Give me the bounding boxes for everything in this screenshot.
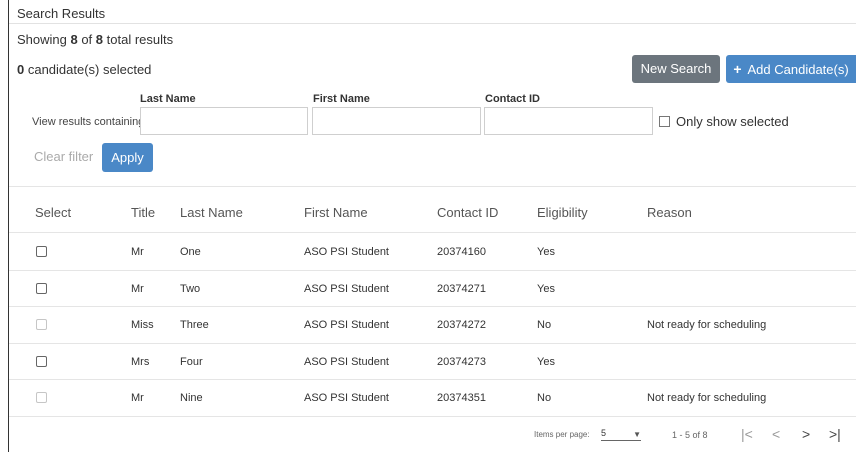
only-show-selected-toggle[interactable]: Only show selected xyxy=(659,114,789,129)
cell-contact-id: 20374160 xyxy=(437,246,486,258)
header-divider xyxy=(9,232,856,233)
only-show-selected-checkbox[interactable] xyxy=(659,116,670,127)
last-name-filter-label: Last Name xyxy=(140,93,196,105)
column-header-title[interactable]: Title xyxy=(131,205,155,220)
first-name-filter-label: First Name xyxy=(313,93,370,105)
cell-title: Mr xyxy=(131,392,144,404)
cell-last-name: Nine xyxy=(180,392,203,404)
column-header-select: Select xyxy=(35,205,72,220)
add-candidate-button[interactable]: + Add Candidate(s) xyxy=(726,55,856,83)
cell-last-name: Two xyxy=(180,282,201,295)
apply-filter-button[interactable]: Apply xyxy=(102,143,153,172)
cell-title: Mr xyxy=(131,282,144,295)
cell-contact-id: 20374272 xyxy=(437,319,486,331)
selected-count-label: candidate(s) selected xyxy=(24,62,152,77)
row-divider xyxy=(9,342,856,344)
cell-eligibility: Yes xyxy=(537,282,555,295)
column-header-contact-id[interactable]: Contact ID xyxy=(437,205,498,220)
cell-first-name: ASO PSI Student xyxy=(304,282,389,295)
column-header-eligibility[interactable]: Eligibility xyxy=(537,205,588,220)
cell-first-name: ASO PSI Student xyxy=(304,392,389,404)
first-page-icon[interactable]: |< xyxy=(741,427,753,441)
cell-reason: Not ready for scheduling xyxy=(647,392,767,404)
cell-last-name: Three xyxy=(180,319,209,331)
items-per-page-label: Items per page: xyxy=(534,430,590,439)
cell-first-name: ASO PSI Student xyxy=(304,246,389,258)
cell-first-name: ASO PSI Student xyxy=(304,355,389,368)
contact-id-filter-label: Contact ID xyxy=(485,93,540,105)
summary-total-count: 8 xyxy=(95,32,104,47)
results-summary: Showing 8 of 8 total results xyxy=(17,32,173,47)
cell-eligibility: No xyxy=(537,319,552,331)
column-header-reason[interactable]: Reason xyxy=(647,205,692,220)
chevron-down-icon: ▼ xyxy=(633,430,641,439)
summary-of: of xyxy=(77,32,96,47)
page-range: 1 - 5 of 8 xyxy=(672,430,708,440)
row-divider xyxy=(9,306,856,307)
cell-contact-id: 20374273 xyxy=(437,355,486,368)
items-per-page-select[interactable]: 5 ▼ xyxy=(601,428,641,441)
cell-first-name: ASO PSI Student xyxy=(304,319,389,331)
summary-shown-count: 8 xyxy=(70,32,78,47)
row-divider xyxy=(9,379,856,380)
view-results-label: View results containing xyxy=(32,116,145,128)
next-page-icon[interactable]: > xyxy=(802,427,810,441)
add-candidate-label: Add Candidate(s) xyxy=(747,62,849,77)
summary-prefix: Showing xyxy=(17,32,71,47)
row-select-checkbox xyxy=(36,319,47,330)
first-name-filter-input[interactable] xyxy=(312,107,481,135)
last-page-icon[interactable]: >| xyxy=(829,427,841,441)
cell-contact-id: 20374351 xyxy=(437,392,486,404)
row-select-checkbox[interactable] xyxy=(36,355,47,367)
cell-eligibility: No xyxy=(537,392,552,404)
row-select-checkbox[interactable] xyxy=(36,246,47,257)
cell-eligibility: Yes xyxy=(537,355,555,368)
clear-filter-button[interactable]: Clear filter xyxy=(34,149,93,164)
row-divider xyxy=(9,269,856,271)
row-select-checkbox[interactable] xyxy=(36,282,47,294)
title-divider xyxy=(9,23,856,24)
row-select-checkbox xyxy=(36,392,47,403)
cell-eligibility: Yes xyxy=(537,246,555,258)
only-show-selected-label: Only show selected xyxy=(676,114,789,129)
plus-icon: + xyxy=(733,61,742,77)
cell-title: Mr xyxy=(131,246,144,258)
cell-last-name: One xyxy=(180,246,201,258)
column-header-first-name[interactable]: First Name xyxy=(304,205,368,220)
contact-id-filter-input[interactable] xyxy=(484,107,653,135)
summary-suffix: total results xyxy=(103,32,174,47)
last-name-filter-input[interactable] xyxy=(140,107,308,135)
section-divider xyxy=(9,186,856,187)
cell-reason: Not ready for scheduling xyxy=(647,319,767,331)
items-per-page-value: 5 xyxy=(601,428,607,438)
selected-count: 0 candidate(s) selected xyxy=(17,62,151,77)
panel-title: Search Results xyxy=(17,6,106,21)
previous-page-icon[interactable]: < xyxy=(772,427,780,441)
row-divider xyxy=(9,415,856,417)
cell-title: Mrs xyxy=(131,355,150,368)
column-header-last-name[interactable]: Last Name xyxy=(180,205,243,220)
cell-title: Miss xyxy=(131,319,154,331)
cell-contact-id: 20374271 xyxy=(437,282,486,295)
new-search-button[interactable]: New Search xyxy=(632,55,720,83)
cell-last-name: Four xyxy=(180,355,203,368)
